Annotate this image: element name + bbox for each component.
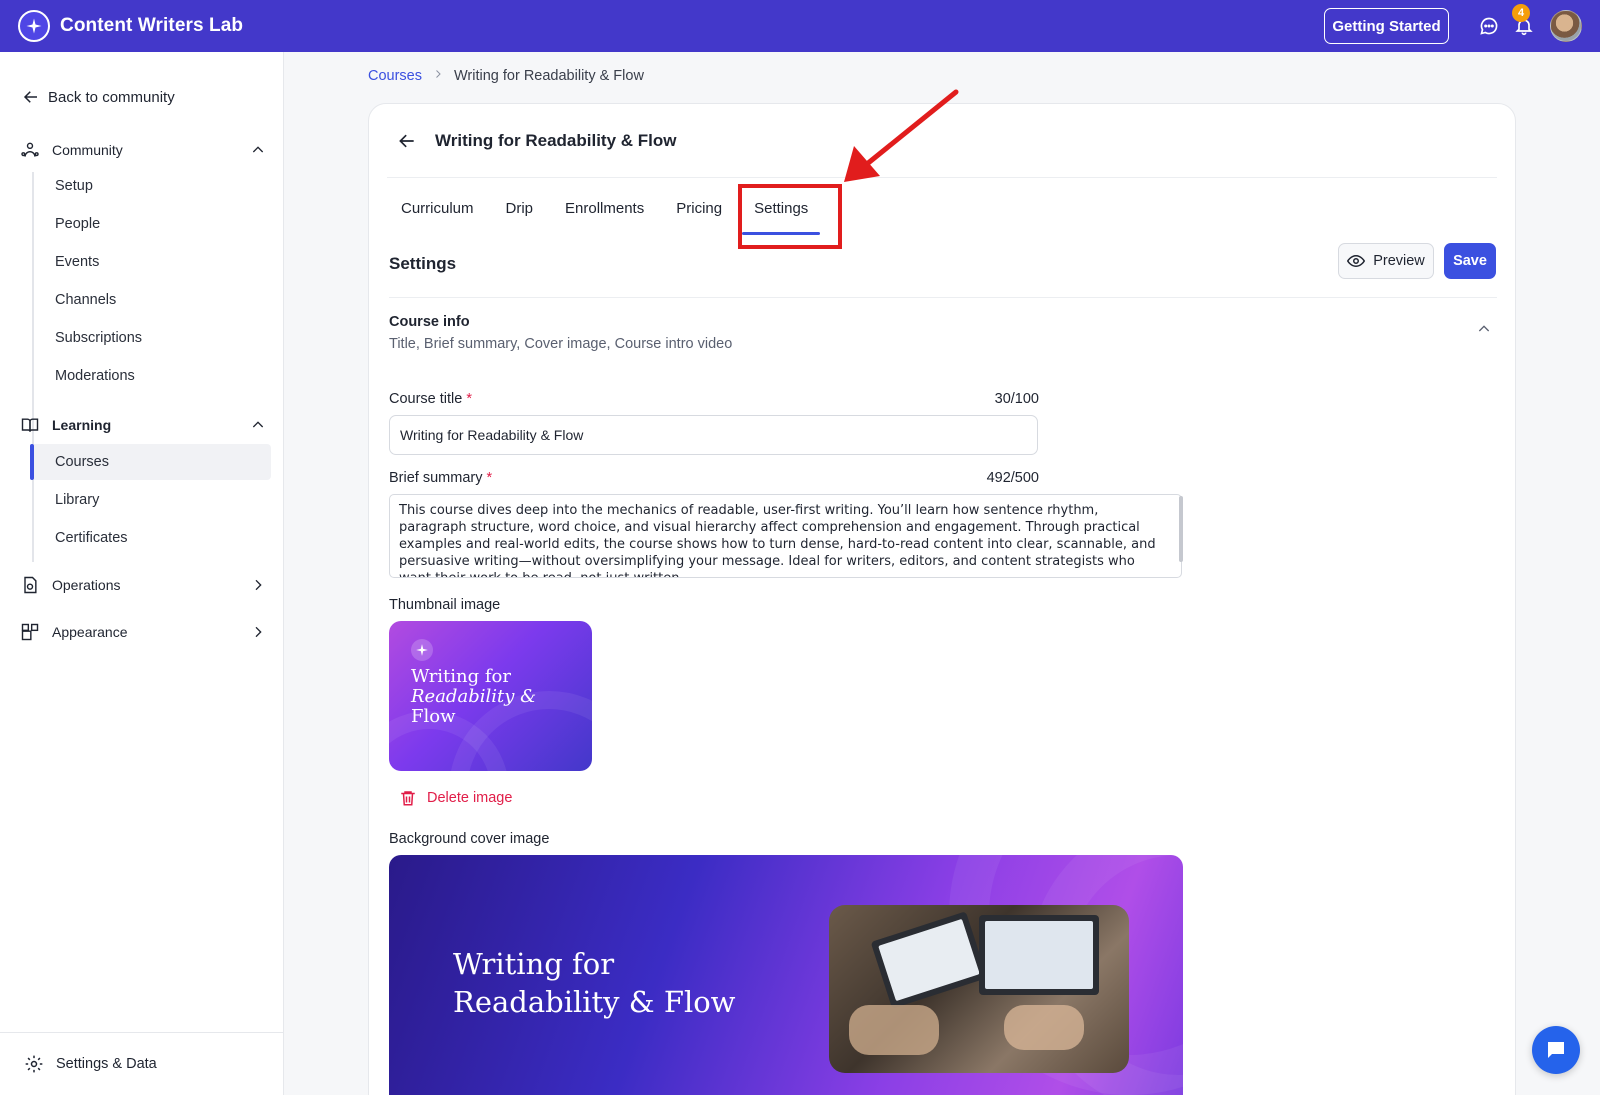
operations-icon bbox=[24, 576, 37, 594]
getting-started-button[interactable]: Getting Started bbox=[1324, 8, 1449, 44]
sidebar-item-channels[interactable]: Channels bbox=[55, 292, 116, 308]
sidebar-section-operations[interactable]: Operations bbox=[20, 570, 266, 600]
tab-curriculum[interactable]: Curriculum bbox=[401, 196, 474, 221]
sidebar-item-setup[interactable]: Setup bbox=[55, 178, 93, 194]
delete-image-button[interactable]: Delete image bbox=[399, 788, 512, 808]
gear-icon bbox=[25, 1055, 43, 1073]
book-icon bbox=[21, 418, 39, 432]
chevron-right-icon bbox=[432, 68, 444, 84]
sidebar-item-people[interactable]: People bbox=[55, 216, 100, 232]
breadcrumb-courses-link[interactable]: Courses bbox=[368, 68, 422, 84]
textarea-scrollbar[interactable] bbox=[1179, 496, 1183, 562]
course-title-count: 30/100 bbox=[994, 391, 1039, 407]
tab-drip[interactable]: Drip bbox=[506, 196, 534, 221]
chevron-up-icon bbox=[252, 421, 264, 428]
brief-summary-count: 492/500 bbox=[986, 470, 1039, 486]
trash-icon bbox=[401, 791, 415, 806]
community-icon bbox=[21, 142, 39, 157]
delete-image-label: Delete image bbox=[427, 790, 513, 806]
appearance-label: Appearance bbox=[52, 624, 128, 640]
chat-icon[interactable] bbox=[1477, 14, 1501, 38]
thumbnail-image[interactable]: Writing for Readability & Flow bbox=[389, 621, 592, 771]
cover-image-label: Background cover image bbox=[389, 831, 550, 847]
sidebar-section-community[interactable]: Community bbox=[20, 135, 266, 165]
sidebar-item-courses[interactable]: Courses bbox=[55, 454, 109, 470]
cover-image[interactable]: Writing for Readability & Flow bbox=[389, 855, 1183, 1095]
hands-image bbox=[849, 1005, 939, 1055]
hands-image bbox=[1004, 1005, 1084, 1050]
sidebar-item-library[interactable]: Library bbox=[55, 492, 99, 508]
sidebar: Back to community Community Setup People… bbox=[0, 52, 284, 1095]
top-bar: Content Writers Lab Getting Started 4 bbox=[0, 0, 1600, 52]
brand-logo-icon bbox=[18, 10, 50, 42]
collapse-chevron-icon[interactable] bbox=[1476, 321, 1492, 337]
cover-title: Writing for Readability & Flow bbox=[453, 947, 736, 1019]
cover-photo-laptops bbox=[829, 905, 1129, 1073]
course-title-input[interactable] bbox=[389, 415, 1038, 455]
save-button[interactable]: Save bbox=[1444, 243, 1496, 279]
sidebar-section-appearance[interactable]: Appearance bbox=[20, 617, 266, 647]
eye-icon bbox=[1347, 254, 1366, 268]
divider bbox=[389, 297, 1497, 298]
learning-label: Learning bbox=[52, 417, 112, 433]
sidebar-item-moderations[interactable]: Moderations bbox=[55, 368, 135, 384]
back-arrow-icon[interactable] bbox=[397, 131, 417, 151]
course-info-subtitle: Title, Brief summary, Cover image, Cours… bbox=[389, 336, 733, 352]
preview-label: Preview bbox=[1373, 253, 1425, 269]
notification-badge: 4 bbox=[1512, 4, 1530, 22]
breadcrumb-current: Writing for Readability & Flow bbox=[454, 68, 644, 84]
settings-data-link[interactable]: Settings & Data bbox=[0, 1032, 284, 1095]
operations-label: Operations bbox=[52, 577, 121, 593]
sidebar-item-subscriptions[interactable]: Subscriptions bbox=[55, 330, 142, 346]
settings-data-label: Settings & Data bbox=[56, 1056, 157, 1072]
appearance-icon bbox=[21, 623, 39, 641]
course-editor-card: Writing for Readability & Flow Curriculu… bbox=[368, 103, 1516, 1095]
breadcrumb: Courses Writing for Readability & Flow bbox=[368, 68, 644, 84]
sidebar-item-events[interactable]: Events bbox=[55, 254, 99, 270]
settings-heading: Settings bbox=[389, 254, 457, 273]
laptop-image bbox=[979, 915, 1099, 995]
course-title-heading: Writing for Readability & Flow bbox=[435, 130, 677, 150]
chevron-right-icon bbox=[255, 626, 262, 638]
back-label: Back to community bbox=[48, 88, 175, 106]
sidebar-item-certificates[interactable]: Certificates bbox=[55, 530, 128, 546]
arrow-left-icon bbox=[23, 91, 37, 103]
brief-summary-textarea[interactable]: This course dives deep into the mechanic… bbox=[389, 494, 1182, 578]
thumbnail-label: Thumbnail image bbox=[389, 597, 501, 613]
brief-summary-label: Brief summary * bbox=[389, 470, 493, 486]
annotation-arrow-icon bbox=[844, 89, 959, 182]
community-label: Community bbox=[52, 142, 123, 158]
course-info-title: Course info bbox=[389, 314, 470, 330]
avatar[interactable] bbox=[1550, 10, 1582, 42]
brand[interactable]: Content Writers Lab bbox=[18, 10, 243, 42]
chevron-right-icon bbox=[255, 579, 262, 591]
preview-button[interactable]: Preview bbox=[1338, 243, 1434, 279]
sidebar-section-learning[interactable]: Learning bbox=[20, 410, 266, 440]
sidebar-active-indicator bbox=[30, 444, 34, 480]
chat-fab-button[interactable] bbox=[1532, 1026, 1580, 1074]
chat-bubble-icon bbox=[1548, 1042, 1564, 1058]
laptop-image bbox=[870, 911, 988, 1009]
sparkle-icon bbox=[411, 639, 433, 661]
tab-enrollments[interactable]: Enrollments bbox=[565, 196, 644, 221]
chevron-up-icon bbox=[252, 146, 264, 153]
settings-tab-highlight bbox=[738, 184, 842, 249]
back-to-community-link[interactable]: Back to community bbox=[22, 88, 175, 106]
tab-pricing[interactable]: Pricing bbox=[676, 196, 722, 221]
thumbnail-title: Writing for Readability & Flow bbox=[411, 666, 537, 727]
app-name: Content Writers Lab bbox=[60, 15, 244, 36]
course-title-label: Course title * bbox=[389, 391, 473, 407]
